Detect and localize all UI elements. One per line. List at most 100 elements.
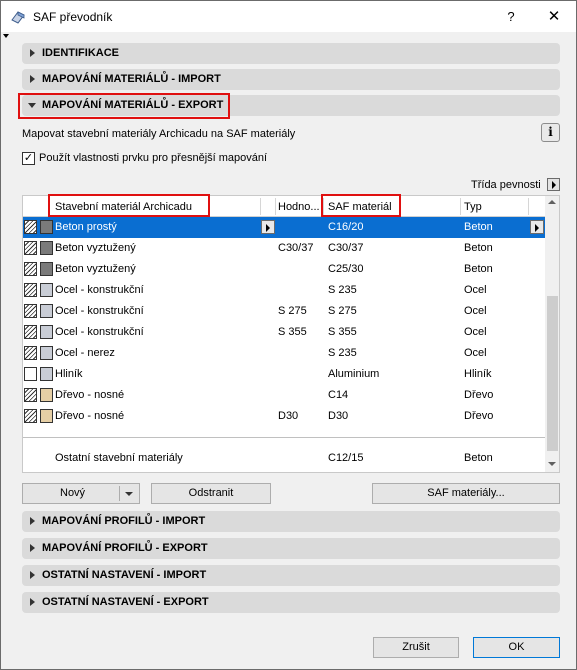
saf-material: S 235 — [328, 284, 357, 296]
material-type: Ocel — [464, 326, 487, 338]
table-row[interactable]: Dřevo - nosné D30 D30 Dřevo — [23, 406, 545, 427]
material-color-swatch — [40, 346, 53, 360]
dialog-footer: Zrušit OK — [1, 628, 576, 669]
strength-class-label: Třída pevnosti — [471, 179, 541, 191]
material-type: Dřevo — [464, 410, 494, 422]
window-title: SAF převodník — [33, 10, 113, 24]
close-icon[interactable]: ✕ — [532, 1, 576, 32]
scroll-down-icon[interactable] — [548, 462, 556, 466]
strength-class-button[interactable] — [547, 178, 560, 191]
table-row[interactable]: Ocel - konstrukční S 235 Ocel — [23, 280, 545, 301]
material-mapping-table: Stavební materiál Archicadu Hodno... SAF… — [22, 195, 560, 473]
saf-material: Aluminium — [328, 368, 380, 380]
expand-arrow-icon — [30, 75, 35, 83]
new-button[interactable]: Nový — [22, 483, 140, 504]
material-color-swatch — [40, 388, 53, 402]
info-icon[interactable]: i — [541, 123, 560, 142]
highlight-box — [48, 194, 210, 217]
fill-pattern-icon — [24, 388, 37, 402]
delete-button[interactable]: Odstranit — [151, 483, 271, 504]
saf-materials-button[interactable]: SAF materiály... — [372, 483, 560, 504]
material-name: Ocel - nerez — [55, 347, 115, 359]
table-row[interactable]: Ocel - konstrukční S 275 S 275 Ocel — [23, 301, 545, 322]
value-picker-button[interactable] — [261, 220, 275, 234]
expand-arrow-icon — [30, 49, 35, 57]
column-divider[interactable] — [460, 198, 461, 215]
highlight-box — [18, 93, 230, 119]
table-row-other[interactable]: Ostatní stavební materiály C12/15 Beton — [23, 448, 545, 469]
column-divider[interactable] — [260, 198, 261, 215]
other-material-name: Ostatní stavební materiály — [55, 452, 183, 464]
section-other-export[interactable]: OSTATNÍ NASTAVENÍ - EXPORT — [22, 592, 560, 613]
app-icon — [11, 11, 25, 24]
header-type[interactable]: Typ — [464, 201, 482, 213]
table-row[interactable]: Beton vyztužený C25/30 Beton — [23, 259, 545, 280]
saf-converter-dialog: SAF převodník ? ✕ IDENTIFIKACE MAPOVÁNÍ … — [0, 0, 577, 670]
highlight-box — [321, 194, 401, 217]
material-color-swatch — [40, 220, 53, 234]
material-name: Hliník — [55, 368, 83, 380]
table-divider — [23, 437, 545, 438]
use-properties-checkbox[interactable]: ✓ — [22, 152, 35, 165]
material-color-swatch — [40, 304, 53, 318]
material-type: Beton — [464, 263, 493, 275]
expand-arrow-icon — [30, 517, 35, 525]
column-divider[interactable] — [528, 198, 529, 215]
saf-material: C16/20 — [328, 221, 364, 233]
material-type: Dřevo — [464, 389, 494, 401]
saf-material: D30 — [328, 410, 349, 422]
material-name: Ocel - konstrukční — [55, 284, 144, 296]
table-row[interactable]: Hliník Aluminium Hliník — [23, 364, 545, 385]
material-type: Ocel — [464, 347, 487, 359]
saf-material: C25/30 — [328, 263, 364, 275]
fill-pattern-icon — [24, 283, 37, 297]
material-type: Hliník — [464, 368, 492, 380]
table-row[interactable]: Ocel - konstrukční S 355 S 355 Ocel — [23, 322, 545, 343]
material-color-swatch — [40, 409, 53, 423]
material-type: Beton — [464, 221, 493, 233]
material-color-swatch — [40, 262, 53, 276]
section-label: MAPOVÁNÍ PROFILŮ - EXPORT — [42, 542, 208, 554]
table-row[interactable]: Beton vyztužený C30/37 C30/37 Beton — [23, 238, 545, 259]
help-button[interactable]: ? — [491, 1, 531, 32]
dropdown-arrow-icon — [3, 34, 9, 38]
vertical-scrollbar[interactable] — [545, 196, 559, 472]
new-button-label: Nový — [60, 487, 86, 499]
table-row[interactable]: Dřevo - nosné C14 Dřevo — [23, 385, 545, 406]
section-label: MAPOVÁNÍ MATERIÁLŮ - IMPORT — [42, 73, 221, 85]
material-type: Beton — [464, 242, 493, 254]
scroll-up-icon[interactable] — [548, 200, 556, 204]
fill-pattern-icon — [24, 325, 37, 339]
ok-button[interactable]: OK — [473, 637, 560, 658]
saf-material: S 235 — [328, 347, 357, 359]
type-picker-button[interactable] — [530, 220, 544, 234]
material-name: Ocel - konstrukční — [55, 326, 144, 338]
column-divider[interactable] — [275, 198, 276, 215]
section-label: OSTATNÍ NASTAVENÍ - EXPORT — [42, 596, 209, 608]
section-profile-import[interactable]: MAPOVÁNÍ PROFILŮ - IMPORT — [22, 511, 560, 532]
material-type: Ocel — [464, 305, 487, 317]
expand-arrow-icon — [30, 598, 35, 606]
material-name: Beton vyztužený — [55, 242, 136, 254]
section-material-import[interactable]: MAPOVÁNÍ MATERIÁLŮ - IMPORT — [22, 69, 560, 90]
material-name: Dřevo - nosné — [55, 410, 125, 422]
section-label: MAPOVÁNÍ PROFILŮ - IMPORT — [42, 515, 206, 527]
property-value: C30/37 — [278, 242, 314, 254]
fill-pattern-icon — [24, 241, 37, 255]
header-value[interactable]: Hodno... — [278, 201, 320, 213]
material-name: Dřevo - nosné — [55, 389, 125, 401]
scroll-thumb[interactable] — [547, 296, 558, 451]
section-identification[interactable]: IDENTIFIKACE — [22, 43, 560, 64]
fill-pattern-icon — [24, 346, 37, 360]
property-value: S 275 — [278, 305, 307, 317]
cancel-button[interactable]: Zrušit — [373, 637, 459, 658]
table-row[interactable]: Ocel - nerez S 235 Ocel — [23, 343, 545, 364]
section-profile-export[interactable]: MAPOVÁNÍ PROFILŮ - EXPORT — [22, 538, 560, 559]
material-type: Ocel — [464, 284, 487, 296]
table-row[interactable]: Beton prostý C16/20 Beton — [23, 217, 545, 238]
chevron-down-icon[interactable] — [125, 492, 133, 496]
material-name: Ocel - konstrukční — [55, 305, 144, 317]
section-other-import[interactable]: OSTATNÍ NASTAVENÍ - IMPORT — [22, 565, 560, 586]
material-color-swatch — [40, 325, 53, 339]
section-label: OSTATNÍ NASTAVENÍ - IMPORT — [42, 569, 207, 581]
